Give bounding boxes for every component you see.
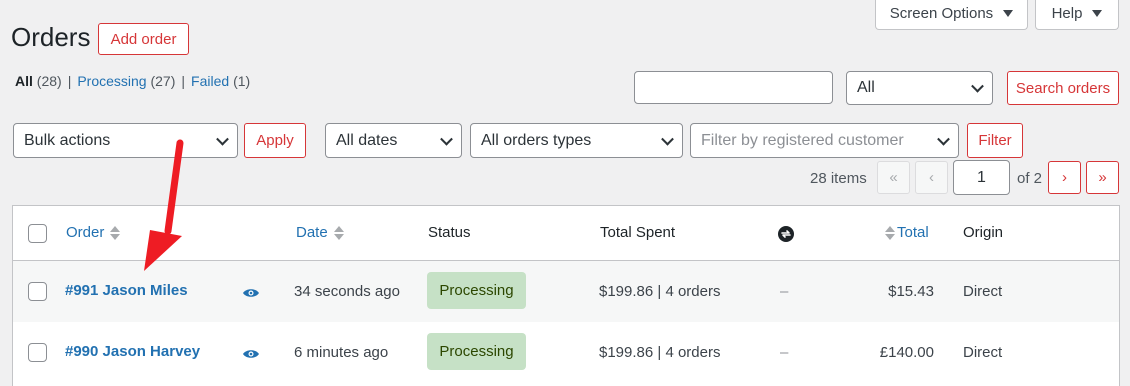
chevron-down-icon	[440, 132, 453, 146]
order-link[interactable]: #990 Jason Harvey	[65, 343, 200, 360]
order-types-value: All orders types	[481, 131, 592, 149]
bulk-actions-value: Bulk actions	[24, 131, 111, 149]
order-date: 6 minutes ago	[294, 344, 389, 361]
column-date[interactable]: Date	[296, 224, 344, 241]
chevron-down-icon	[937, 132, 950, 146]
help-label: Help	[1051, 5, 1083, 22]
add-order-button[interactable]: Add order	[98, 23, 189, 55]
status-filter-links: All (28) | Processing (27) | Failed (1)	[15, 73, 250, 89]
order-origin: Direct	[963, 283, 1003, 300]
table-row[interactable]: #990 Jason Harvey 6 minutes ago Processi…	[13, 322, 1119, 383]
filter-button[interactable]: Filter	[967, 123, 1023, 158]
caret-down-icon	[1003, 10, 1014, 17]
prev-page-button[interactable]: ‹	[915, 161, 948, 194]
sync-icon	[778, 226, 794, 246]
order-types-select[interactable]: All orders types	[470, 123, 683, 158]
order-total: $15.43	[888, 283, 934, 300]
sync-status: –	[780, 283, 789, 300]
search-orders-button[interactable]: Search orders	[1007, 71, 1119, 105]
column-total[interactable]: Total	[885, 224, 929, 241]
separator: |	[67, 73, 72, 89]
screen-options-label: Screen Options	[889, 5, 994, 22]
order-total: £140.00	[879, 344, 934, 361]
customer-filter-select[interactable]: Filter by registered customer	[690, 123, 959, 158]
current-page-input[interactable]: 1	[953, 160, 1010, 195]
order-link[interactable]: #991 Jason Miles	[65, 282, 188, 299]
sort-icon	[885, 226, 895, 241]
chevron-down-icon	[661, 132, 674, 146]
sync-status: –	[780, 344, 789, 361]
separator: |	[181, 73, 186, 89]
select-all-checkbox[interactable]	[28, 224, 47, 243]
sort-icon	[333, 226, 344, 241]
status-badge: Processing	[427, 272, 526, 309]
filter-all[interactable]: All (28)	[15, 73, 62, 89]
annotation-arrow-icon	[144, 139, 184, 271]
bulk-actions-select[interactable]: Bulk actions	[13, 123, 238, 158]
filter-failed[interactable]: Failed (1)	[191, 73, 250, 89]
filter-processing[interactable]: Processing (27)	[77, 73, 175, 89]
order-date: 34 seconds ago	[294, 283, 400, 300]
page-title: Orders	[11, 22, 91, 52]
last-page-button[interactable]: »	[1086, 161, 1119, 194]
status-badge: Processing	[427, 333, 526, 370]
preview-eye-icon[interactable]	[242, 286, 260, 298]
first-page-button[interactable]: «	[877, 161, 910, 194]
caret-down-icon	[1092, 10, 1103, 17]
dates-select[interactable]: All dates	[325, 123, 462, 158]
column-origin: Origin	[963, 224, 1004, 241]
preview-eye-icon[interactable]	[242, 347, 260, 359]
screen-options-tab[interactable]: Screen Options	[875, 0, 1028, 30]
total-spent: $199.86 | 4 orders	[599, 283, 721, 300]
items-count: 28 items	[810, 170, 867, 187]
help-tab[interactable]: Help	[1035, 0, 1119, 30]
column-order[interactable]: Order	[66, 224, 121, 241]
row-checkbox[interactable]	[28, 343, 47, 362]
search-scope-value: All	[857, 79, 875, 96]
dates-value: All dates	[336, 131, 398, 149]
search-input[interactable]	[634, 71, 833, 104]
column-status: Status	[428, 224, 471, 241]
customer-filter-placeholder: Filter by registered customer	[701, 131, 904, 149]
chevron-down-icon	[216, 132, 229, 146]
search-scope-select[interactable]: All	[846, 71, 993, 105]
column-total-spent: Total Spent	[600, 224, 676, 241]
sort-icon	[110, 226, 121, 241]
apply-button[interactable]: Apply	[244, 123, 306, 158]
order-origin: Direct	[963, 344, 1003, 361]
total-pages-label: of 2	[1017, 170, 1043, 187]
row-checkbox[interactable]	[28, 282, 47, 301]
chevron-down-icon	[971, 79, 984, 93]
next-page-button[interactable]: ›	[1048, 161, 1081, 194]
total-spent: $199.86 | 4 orders	[599, 344, 721, 361]
